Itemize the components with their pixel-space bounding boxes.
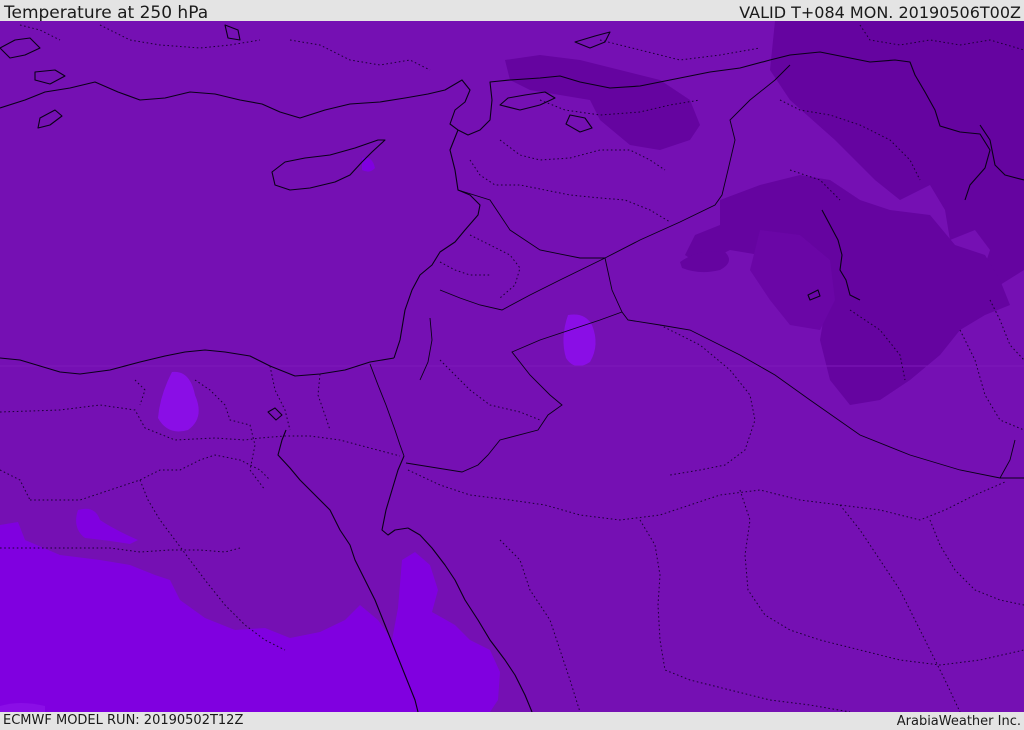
map-panel: [0, 21, 1024, 712]
footer-bar: ECMWF MODEL RUN: 20190502T12Z ArabiaWeat…: [0, 712, 1024, 729]
model-run-label: ECMWF MODEL RUN: 20190502T12Z: [3, 713, 244, 728]
credit-label: ArabiaWeather Inc.: [896, 714, 1021, 729]
valid-time: VALID T+084 MON. 20190506T00Z: [739, 3, 1021, 22]
map-title: Temperature at 250 hPa: [4, 3, 209, 23]
temperature-map: [0, 21, 1024, 712]
title-bar: Temperature at 250 hPa VALID T+084 MON. …: [0, 0, 1024, 23]
